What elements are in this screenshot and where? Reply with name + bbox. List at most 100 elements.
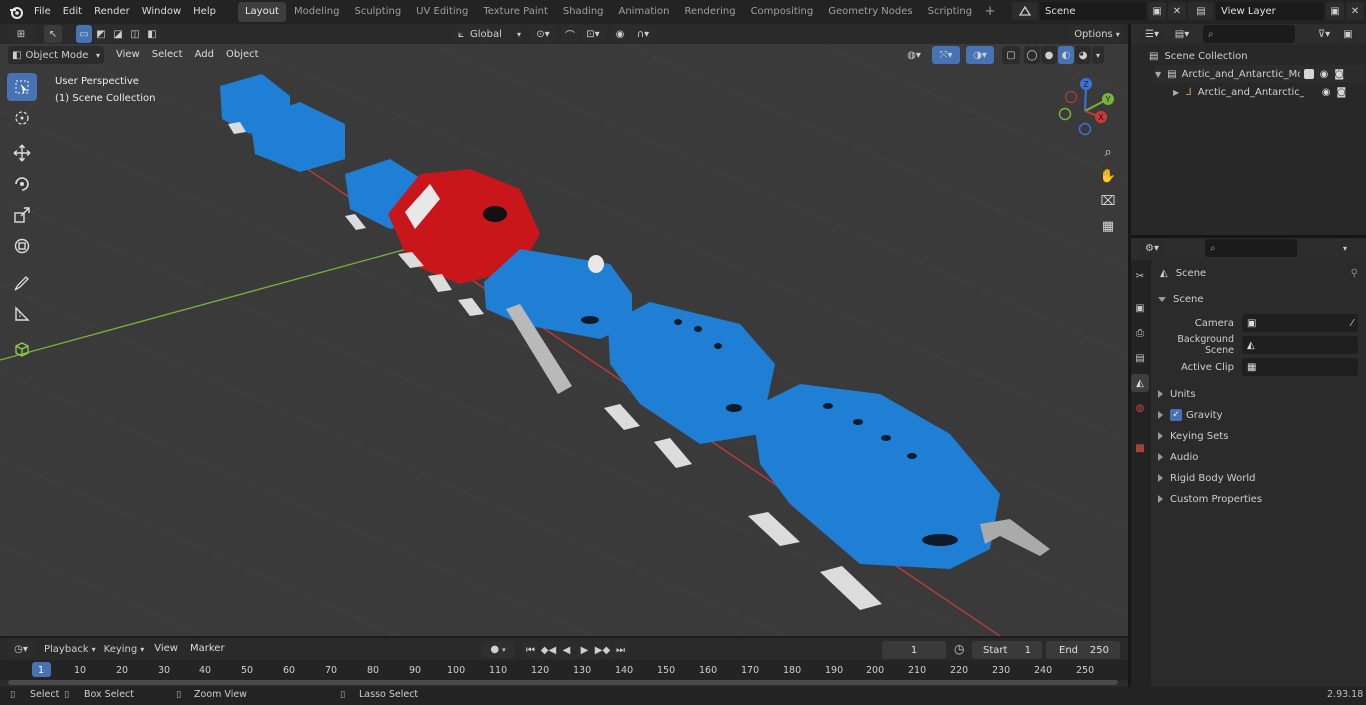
view-layer-name-field[interactable]: View Layer (1216, 2, 1324, 20)
start-frame-field[interactable]: Start 1 (972, 641, 1042, 659)
play-reverse-icon[interactable]: ◀ (558, 641, 575, 659)
tab-rendering[interactable]: Rendering (677, 2, 742, 22)
current-frame-field[interactable]: 1 (882, 641, 946, 659)
background-scene-field[interactable]: ◭ (1242, 336, 1358, 354)
shading-rendered-icon[interactable]: ◕ (1075, 46, 1091, 64)
xray-toggle-icon[interactable]: ▢ (1002, 46, 1020, 64)
outliner-scene-collection[interactable]: ▤ Scene Collection (1149, 47, 1248, 65)
scale-tool-icon[interactable] (7, 201, 37, 229)
active-clip-field[interactable]: ▦ (1242, 358, 1358, 376)
eye-icon[interactable]: ◉ (1322, 87, 1331, 98)
proportional-edit-icon[interactable]: ◉ (612, 25, 628, 43)
select-mode-new-icon[interactable]: ▭ (76, 25, 92, 43)
pivot-point-icon[interactable]: ⊙▾ (530, 25, 556, 43)
jump-keyframe-forward-icon[interactable]: ▶◆ (594, 641, 611, 659)
outliner-item-object[interactable]: ▶ ⅃ Arctic_and_Antarctic_Mot ◉ ◙ (1173, 83, 1365, 101)
properties-options-icon[interactable]: ▾ (1337, 239, 1353, 257)
scene-properties-tab-icon[interactable]: ◭ (1131, 374, 1149, 392)
select-mode-subtract-icon[interactable]: ◪ (110, 25, 126, 43)
new-view-layer-icon[interactable]: ▣ (1326, 2, 1344, 20)
zoom-icon[interactable]: ⌕ (1097, 141, 1119, 163)
shading-wireframe-icon[interactable]: ◯ (1024, 46, 1040, 64)
shading-material-icon[interactable]: ◐ (1058, 46, 1074, 64)
mode-dropdown[interactable]: ◧ Object Mode ▾ (8, 46, 104, 64)
tab-shading[interactable]: Shading (556, 2, 611, 22)
tab-layout[interactable]: Layout (237, 2, 286, 22)
gizmo-toggle-icon[interactable]: ⤧▾ (932, 46, 960, 64)
tab-animation[interactable]: Animation (612, 2, 677, 22)
camera-field[interactable]: ▣ ⁄ (1242, 314, 1358, 332)
select-mode-intersect-icon[interactable]: ◧ (144, 25, 160, 43)
menu-render[interactable]: Render (88, 2, 136, 22)
editor-type-icon[interactable]: ⊞ (8, 25, 34, 43)
camera-view-icon[interactable]: ⌧ (1097, 190, 1119, 212)
gravity-panel-header[interactable]: ✓ Gravity (1158, 405, 1358, 425)
timeline-menu-playback[interactable]: Playback ▾ (40, 640, 100, 658)
outliner-display-mode-icon[interactable]: ▤▾ (1169, 25, 1195, 43)
tab-modeling[interactable]: Modeling (287, 2, 347, 22)
new-collection-icon[interactable]: ▣ (1339, 25, 1357, 43)
rigid-body-world-panel-header[interactable]: Rigid Body World (1158, 468, 1358, 488)
record-button[interactable]: ● ▾ (481, 641, 515, 658)
jump-keyframe-back-icon[interactable]: ◆◀ (540, 641, 557, 659)
viewport-menu-view[interactable]: View (110, 45, 146, 65)
texture-properties-tab-icon[interactable]: ▩ (1131, 439, 1149, 457)
tab-sculpting[interactable]: Sculpting (347, 2, 408, 22)
custom-properties-panel-header[interactable]: Custom Properties (1158, 489, 1358, 509)
preview-range-icon[interactable]: ◷ (954, 642, 964, 656)
view-layer-properties-tab-icon[interactable]: ▤ (1131, 349, 1149, 367)
menu-edit[interactable]: Edit (57, 2, 88, 22)
timeline-editor-type-icon[interactable]: ◷▾ (8, 640, 34, 658)
outliner-editor-type-icon[interactable]: ☰▾ (1139, 25, 1165, 43)
expand-arrow-icon[interactable]: ▼ (1155, 70, 1161, 79)
timeline-menu-keying[interactable]: Keying ▾ (100, 640, 149, 658)
select-mode-extend-icon[interactable]: ◩ (93, 25, 109, 43)
jump-start-icon[interactable]: ⏮ (522, 641, 539, 659)
checkbox-icon[interactable] (1303, 69, 1314, 79)
perspective-toggle-icon[interactable]: ▦ (1097, 215, 1119, 237)
delete-view-layer-icon[interactable]: ✕ (1346, 2, 1364, 20)
gravity-checkbox[interactable]: ✓ (1170, 409, 1182, 421)
rotate-tool-icon[interactable] (7, 170, 37, 198)
audio-panel-header[interactable]: Audio (1158, 447, 1358, 467)
scene-selector-icon[interactable] (1012, 2, 1038, 20)
measure-tool-icon[interactable] (7, 300, 37, 328)
tweak-tool-icon[interactable]: ↖ (44, 25, 62, 43)
output-properties-tab-icon[interactable]: ⎙ (1131, 324, 1149, 342)
timeline-menu-marker[interactable]: Marker (184, 639, 231, 659)
scene-name-field[interactable]: Scene (1040, 2, 1146, 20)
eyedropper-icon[interactable]: ⁄ (1351, 318, 1353, 329)
add-cube-tool-icon[interactable] (7, 335, 37, 363)
render-properties-tab-icon[interactable]: ▣ (1131, 299, 1149, 317)
viewport-menu-add[interactable]: Add (189, 45, 220, 65)
tab-compositing[interactable]: Compositing (744, 2, 821, 22)
timeline-menu-view[interactable]: View (148, 639, 184, 659)
view-layer-selector-icon[interactable]: ▤ (1188, 2, 1214, 20)
camera-icon[interactable]: ◙ (1334, 69, 1344, 80)
select-box-tool-icon[interactable] (7, 73, 37, 101)
pan-hand-icon[interactable]: ✋ (1097, 165, 1119, 187)
add-workspace-button[interactable]: + (982, 4, 998, 20)
overlay-toggle-icon[interactable]: ◑▾ (966, 46, 994, 64)
snap-icon[interactable]: ⌒ (562, 25, 578, 43)
shading-options-icon[interactable]: ▾ (1092, 46, 1104, 64)
properties-editor-type-icon[interactable]: ⚙▾ (1139, 239, 1165, 257)
tab-geometry-nodes[interactable]: Geometry Nodes (821, 2, 919, 22)
tab-texture-paint[interactable]: Texture Paint (476, 2, 555, 22)
transform-tool-icon[interactable] (7, 232, 37, 260)
scene-panel-header[interactable]: Scene (1158, 289, 1358, 309)
world-properties-tab-icon[interactable]: ◍ (1131, 399, 1149, 417)
keying-sets-panel-header[interactable]: Keying Sets (1158, 426, 1358, 446)
visibility-icon[interactable]: ◍▾ (900, 46, 928, 64)
tab-scripting[interactable]: Scripting (921, 2, 979, 22)
expand-arrow-icon[interactable]: ▶ (1173, 88, 1179, 97)
play-icon[interactable]: ▶ (576, 641, 593, 659)
delete-scene-icon[interactable]: ✕ (1168, 2, 1186, 20)
camera-icon[interactable]: ◙ (1336, 87, 1346, 98)
outliner-search-input[interactable]: ⌕ (1203, 25, 1295, 43)
tool-properties-tab-icon[interactable]: ✂ (1131, 267, 1149, 285)
eye-icon[interactable]: ◉ (1320, 69, 1329, 80)
annotate-tool-icon[interactable] (7, 269, 37, 297)
menu-window[interactable]: Window (136, 2, 187, 22)
snap-target-icon[interactable]: ⊡▾ (580, 25, 606, 43)
